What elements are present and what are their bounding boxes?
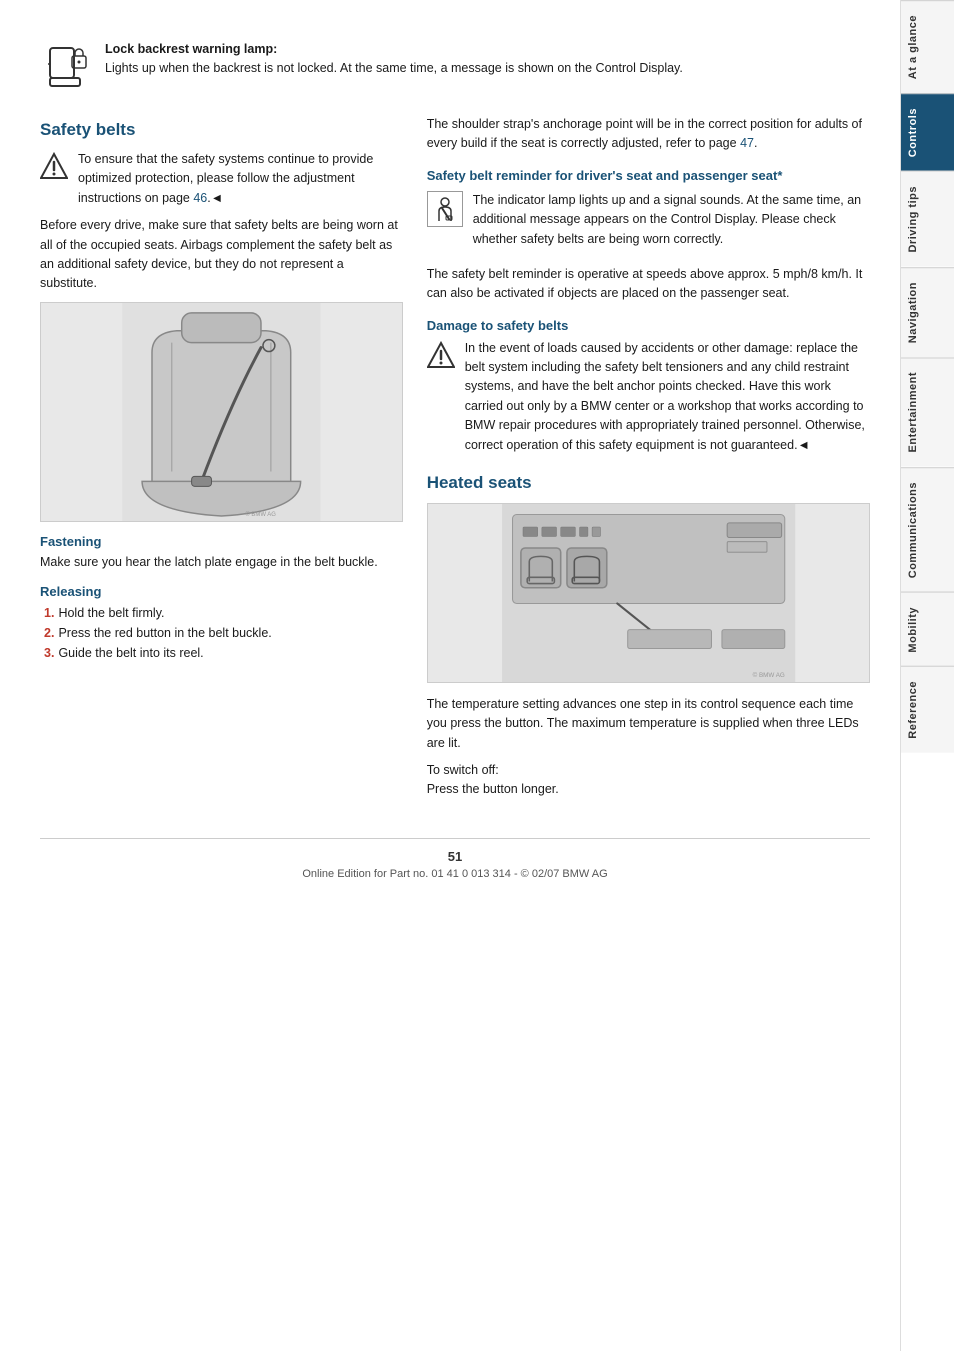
sidebar-tab-controls[interactable]: Controls [901, 93, 954, 171]
sidebar-tab-reference[interactable]: Reference [901, 666, 954, 753]
safety-belts-warning-text: To ensure that the safety systems contin… [78, 150, 403, 208]
svg-text:© BMW AG: © BMW AG [245, 511, 276, 518]
page-link-47[interactable]: 47 [740, 136, 754, 150]
sidebar-tab-driving-tips[interactable]: Driving tips [901, 171, 954, 267]
releasing-step-2: 2.Press the red button in the belt buckl… [40, 623, 403, 643]
heated-text2: To switch off:Press the button longer. [427, 761, 870, 800]
svg-text:© BMW AG: © BMW AG [752, 671, 784, 679]
sidebar-tab-at-a-glance[interactable]: At a glance [901, 0, 954, 93]
sidebar-tab-entertainment[interactable]: Entertainment [901, 357, 954, 466]
releasing-heading: Releasing [40, 584, 403, 599]
releasing-step-3: 3.Guide the belt into its reel. [40, 643, 403, 663]
releasing-steps-list: 1.Hold the belt firmly. 2.Press the red … [40, 603, 403, 663]
page-link-46[interactable]: 46 [193, 191, 207, 205]
sidebar-tab-mobility[interactable]: Mobility [901, 592, 954, 667]
sidebar-tab-communications[interactable]: Communications [901, 467, 954, 592]
right-column: The shoulder strap's anchorage point wil… [427, 115, 870, 808]
safety-belts-heading: Safety belts [40, 120, 403, 140]
lock-description: Lock backrest warning lamp: Lights up wh… [105, 40, 683, 78]
damage-warning-block: In the event of loads caused by accident… [427, 339, 870, 455]
lock-icon [40, 40, 95, 95]
indicator-text: The indicator lamp lights up and a signa… [473, 191, 870, 257]
damage-warning-icon [427, 341, 457, 371]
left-column: Safety belts To ensure that the safety s… [40, 115, 403, 808]
shoulder-strap-text: The shoulder strap's anchorage point wil… [427, 115, 870, 154]
sidebar-tab-navigation[interactable]: Navigation [901, 267, 954, 357]
two-column-layout: Safety belts To ensure that the safety s… [40, 115, 870, 808]
right-sidebar: At a glance Controls Driving tips Naviga… [900, 0, 954, 1351]
fastening-text: Make sure you hear the latch plate engag… [40, 553, 403, 572]
seat-diagram-image: © BMW AG [40, 302, 403, 522]
warning-triangle-icon [40, 152, 70, 182]
belt-indicator-icon [427, 191, 463, 227]
indicator-lamp-block: The indicator lamp lights up and a signa… [427, 191, 870, 257]
lock-section: Lock backrest warning lamp: Lights up wh… [40, 40, 870, 95]
heated-seat-controls-image: © BMW AG [427, 503, 870, 683]
footer-copyright: Online Edition for Part no. 01 41 0 013 … [302, 868, 607, 880]
safety-belts-warning: To ensure that the safety systems contin… [40, 150, 403, 208]
safety-reminder-text2: The safety belt reminder is operative at… [427, 265, 870, 304]
damage-warning-text: In the event of loads caused by accident… [465, 339, 870, 455]
heated-text1: The temperature setting advances one ste… [427, 695, 870, 753]
page-footer: 51 Online Edition for Part no. 01 41 0 0… [40, 838, 870, 880]
damage-heading: Damage to safety belts [427, 318, 870, 333]
page-number: 51 [40, 849, 870, 864]
safety-reminder-heading: Safety belt reminder for driver's seat a… [427, 168, 870, 183]
fastening-heading: Fastening [40, 534, 403, 549]
releasing-step-1: 1.Hold the belt firmly. [40, 603, 403, 623]
heated-seats-heading: Heated seats [427, 473, 870, 493]
main-content: Lock backrest warning lamp: Lights up wh… [0, 0, 900, 1351]
safety-belts-body: Before every drive, make sure that safet… [40, 216, 403, 294]
